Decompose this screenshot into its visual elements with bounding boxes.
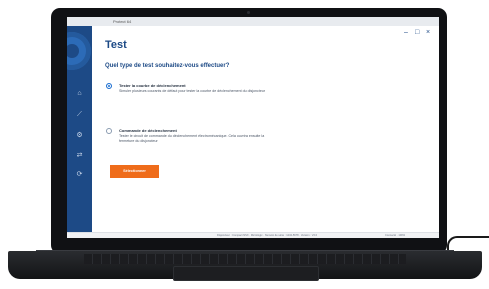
maximize-button[interactable]: □ bbox=[415, 29, 419, 36]
status-bar: Disjoncteur : Compact NSX · Micrologic ·… bbox=[67, 232, 439, 238]
laptop-trackpad bbox=[173, 266, 319, 281]
laptop-keyboard bbox=[84, 254, 406, 264]
app-window: Protect 64 ⌂ ⟋ ⚙ ⇄ ⟳ – □ × Test Quel typ… bbox=[67, 17, 439, 238]
option-trip-curve-description: Simuler plusieurs courants de défaut pou… bbox=[119, 89, 266, 93]
select-button[interactable]: Sélectionner bbox=[110, 165, 159, 178]
status-right: Connecté · 100% bbox=[385, 234, 406, 237]
radio-trip-curve[interactable] bbox=[106, 83, 112, 89]
home-icon[interactable]: ⌂ bbox=[75, 89, 84, 98]
sidebar: ⌂ ⟋ ⚙ ⇄ ⟳ bbox=[67, 26, 92, 232]
option-trip-command-description: Tester le circuit de commande du déclenc… bbox=[119, 134, 265, 143]
radio-trip-command[interactable] bbox=[106, 128, 112, 134]
window-titlebar: Protect 64 bbox=[67, 17, 439, 26]
test-type-question: Quel type de test souhaitez-vous effectu… bbox=[105, 63, 230, 69]
minimize-button[interactable]: – bbox=[404, 29, 408, 36]
option-trip-curve-title[interactable]: Tester la courbe de déclenchement bbox=[119, 83, 186, 88]
app-logo-gear-icon bbox=[67, 32, 91, 70]
close-button[interactable]: × bbox=[426, 29, 430, 36]
settings-icon[interactable]: ⚙ bbox=[75, 131, 84, 140]
window-title: Protect 64 bbox=[113, 19, 132, 24]
curve-icon[interactable]: ⟋ bbox=[75, 110, 84, 119]
status-left: Disjoncteur : Compact NSX · Micrologic ·… bbox=[217, 234, 318, 237]
page-title: Test bbox=[105, 39, 127, 51]
share-icon[interactable]: ⟳ bbox=[75, 170, 84, 179]
webcam bbox=[247, 11, 250, 14]
power-cable bbox=[447, 236, 489, 250]
link-icon[interactable]: ⇄ bbox=[75, 151, 84, 160]
option-trip-command-title[interactable]: Commande de déclenchement bbox=[119, 128, 177, 133]
